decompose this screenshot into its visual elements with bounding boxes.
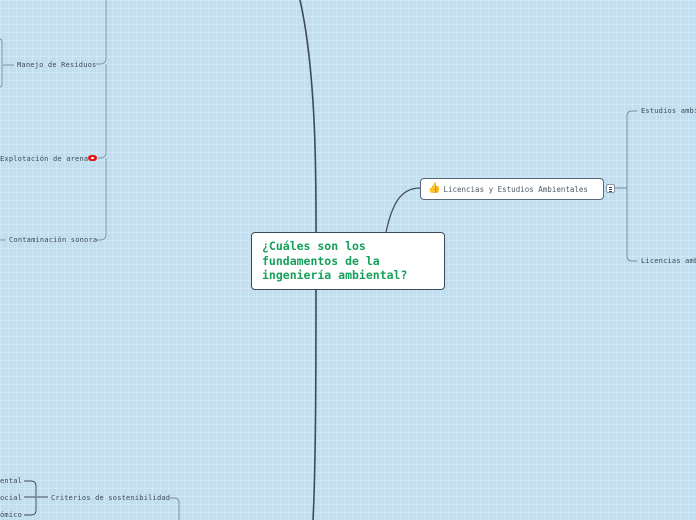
topic-explotacion-arena[interactable]: Explotación de arena [0,155,88,163]
central-topic-line-2: fundamentos de la [262,253,380,268]
central-topic[interactable]: ¿Cuáles son los fundamentos de la ingeni… [251,232,445,290]
central-topic-line-1: ¿Cuáles son los [262,239,366,253]
collapse-menu-icon[interactable] [606,184,615,193]
topic-manejo-residuos[interactable]: Manejo de Residuos [17,61,96,69]
left-upper-bracket [96,0,107,241]
criterios-children-bracket [24,480,48,516]
licencias-connector [385,187,421,233]
topic-estudios-ambientales[interactable]: Estudios ambi [641,107,696,115]
topic-contaminacion-sonora[interactable]: Contaminación sonora [9,236,97,244]
manejo-sub-bracket [0,38,14,88]
subtopic-economico[interactable]: ómico [0,511,22,519]
licencias-children-bracket [615,110,637,262]
thumbs-up-icon: 👍 [428,183,441,194]
topic-licencias[interactable]: 👍 Licencias y Estudios Ambientales [420,178,604,200]
subtopic-social[interactable]: ocial [0,494,22,502]
central-topic-line-3: ingeniería ambiental? [262,268,408,282]
topic-licencias-label: Licencias y Estudios Ambientales [443,184,588,194]
alert-badge-icon [88,155,97,161]
topic-criterios-sostenibilidad[interactable]: Criterios de sostenibilidad [51,494,170,502]
criterios-connector [170,497,180,520]
topic-licencias-ambientales[interactable]: Licencias amb [641,257,696,265]
subtopic-ambiental[interactable]: ental [0,477,22,485]
